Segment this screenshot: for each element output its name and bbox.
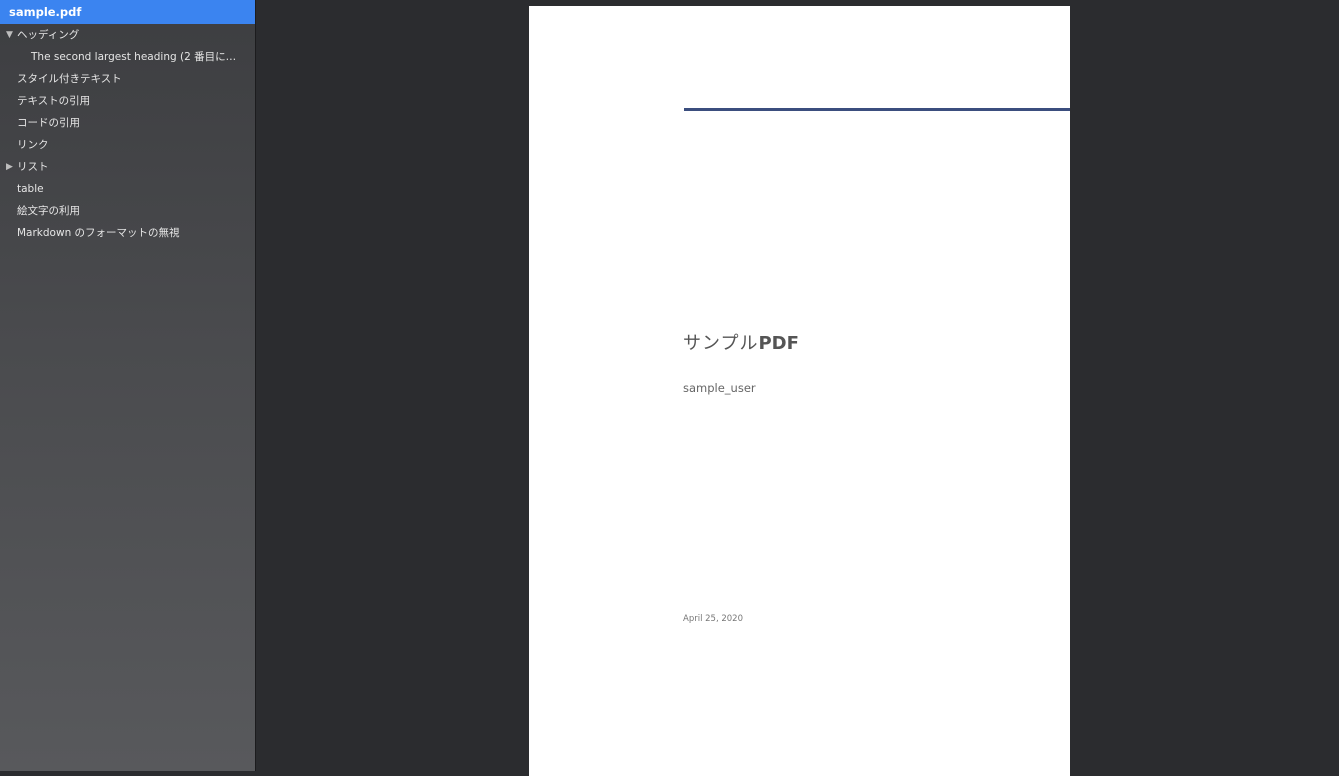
document-title-suffix: PDF	[758, 333, 799, 354]
document-title-prefix: サンプル	[683, 333, 759, 354]
disclosure-collapsed-icon[interactable]: ▶	[6, 156, 16, 178]
outline-item-heading[interactable]: ▼ ヘッディング	[0, 24, 255, 46]
outline-item-emoji[interactable]: 絵文字の利用	[0, 200, 255, 222]
document-title: サンプルPDF	[683, 329, 799, 355]
outline-item-label: リスト	[17, 161, 49, 173]
outline-item-label: コードの引用	[17, 117, 80, 129]
outline-item-label: The second largest heading (2 番目に大…	[31, 51, 247, 63]
outline-item-code-quote[interactable]: コードの引用	[0, 112, 255, 134]
outline-item-label: リンク	[17, 139, 49, 151]
outline-item-label: Markdown のフォーマットの無視	[17, 227, 180, 239]
title-rule	[684, 108, 1070, 111]
outline-item-second-heading[interactable]: The second largest heading (2 番目に大…	[0, 46, 255, 68]
outline-item-markdown-ignore[interactable]: Markdown のフォーマットの無視	[0, 222, 255, 244]
outline-item-label: ヘッディング	[17, 29, 80, 41]
outline-item-list[interactable]: ▶ リスト	[0, 156, 255, 178]
outline-list: ▼ ヘッディング The second largest heading (2 番…	[0, 24, 255, 244]
document-date: April 25, 2020	[683, 614, 743, 624]
outline-item-table[interactable]: table	[0, 178, 255, 200]
outline-item-text-quote[interactable]: テキストの引用	[0, 90, 255, 112]
sidebar-file-title[interactable]: sample.pdf	[0, 0, 255, 24]
outline-item-label: テキストの引用	[17, 95, 91, 107]
outline-item-styled-text[interactable]: スタイル付きテキスト	[0, 68, 255, 90]
outline-sidebar: sample.pdf ▼ ヘッディング The second largest h…	[0, 0, 256, 771]
document-viewer[interactable]: サンプルPDF sample_user April 25, 2020	[257, 0, 1339, 776]
outline-item-link[interactable]: リンク	[0, 134, 255, 156]
outline-item-label: スタイル付きテキスト	[17, 73, 122, 85]
disclosure-expanded-icon[interactable]: ▼	[6, 24, 16, 46]
outline-item-label: table	[17, 183, 44, 195]
outline-item-label: 絵文字の利用	[17, 205, 80, 217]
pdf-page[interactable]: サンプルPDF sample_user April 25, 2020	[529, 6, 1070, 776]
document-author: sample_user	[683, 381, 756, 395]
